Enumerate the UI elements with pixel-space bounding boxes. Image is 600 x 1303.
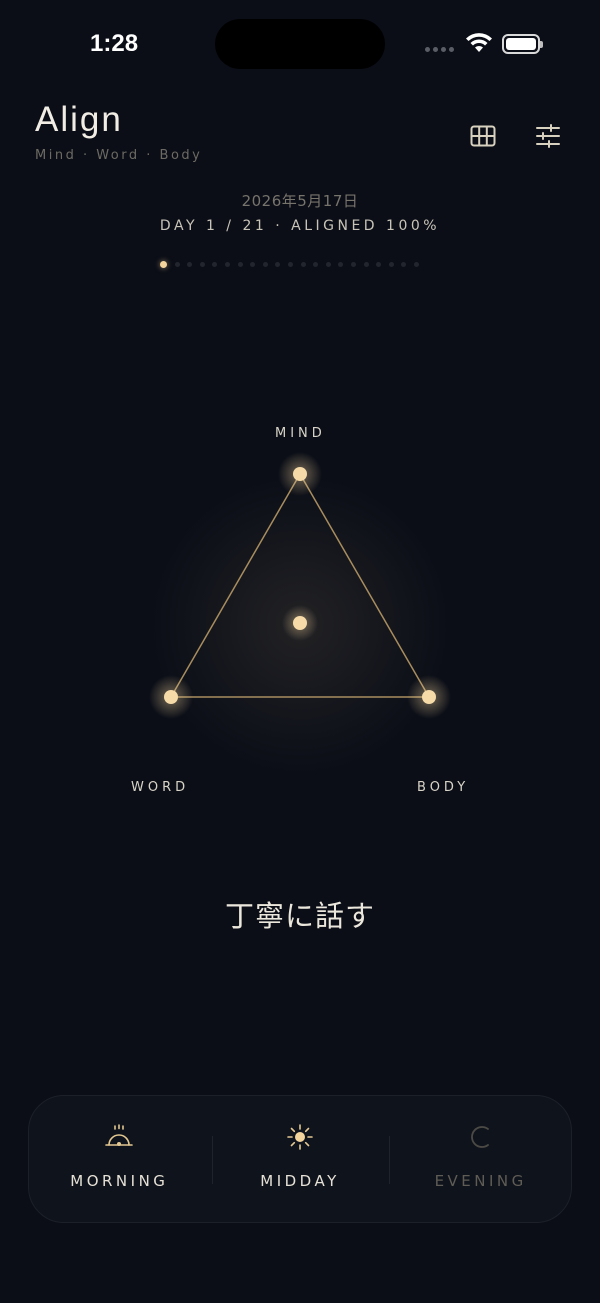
tab-midday-label: MIDDAY [260, 1172, 340, 1190]
day-dot [325, 262, 331, 267]
day-dot [350, 262, 356, 267]
sliders-icon [536, 124, 560, 148]
day-dot [413, 262, 419, 267]
day-dot [376, 262, 382, 267]
app-subtitle: Mind · Word · Body [35, 148, 203, 163]
day-dot [300, 262, 306, 267]
signal-dots-icon [425, 47, 454, 52]
day-dot [187, 262, 193, 267]
grid-view-button[interactable] [467, 120, 499, 152]
app-screen: 1:28 Align Mind · Word · Body 2026年5月17日… [0, 0, 600, 1303]
day-dot [363, 262, 369, 267]
day-dot [212, 262, 218, 267]
word-node[interactable] [164, 690, 178, 704]
tab-morning[interactable]: MORNING [29, 1096, 210, 1222]
dynamic-island [215, 19, 385, 69]
day-dot [237, 262, 243, 267]
center-node [293, 616, 307, 630]
battery-icon [502, 34, 543, 54]
status-time: 1:28 [90, 30, 139, 57]
day-dot [250, 262, 256, 267]
current-date: 2026年5月17日 [241, 192, 359, 210]
tab-midday[interactable]: MIDDAY [210, 1096, 391, 1222]
day-dot [313, 262, 319, 267]
day-dot [262, 262, 268, 267]
day-dot [287, 262, 293, 267]
mind-node[interactable] [293, 467, 307, 481]
wifi-icon [466, 33, 492, 52]
tab-evening-label: EVENING [434, 1172, 527, 1190]
day-dot [160, 261, 167, 268]
alignment-triangle [149, 452, 451, 775]
day-dot [199, 262, 205, 267]
tab-divider [212, 1136, 213, 1184]
tab-evening[interactable]: EVENING [390, 1096, 571, 1222]
grid-icon [470, 125, 496, 147]
day-progress-dots [160, 261, 419, 268]
day-dot [224, 262, 230, 267]
tab-divider [389, 1136, 390, 1184]
progress-summary: DAY 1 / 21 · ALIGNED 100% [159, 218, 441, 234]
body-label: BODY [417, 780, 470, 795]
sun-icon [287, 1124, 313, 1150]
day-dot [275, 262, 281, 267]
body-node[interactable] [422, 690, 436, 704]
sunrise-icon [105, 1124, 134, 1146]
daily-intention: 丁寧に話す [224, 899, 375, 933]
day-dot [174, 262, 180, 267]
word-label: WORD [131, 780, 190, 795]
day-dot [338, 262, 344, 267]
day-dot [388, 262, 394, 267]
tab-morning-label: MORNING [70, 1172, 169, 1190]
time-of-day-tabbar: MORNING MIDDAY EVENING [28, 1095, 572, 1223]
moon-icon [470, 1126, 489, 1148]
day-dot [401, 262, 407, 267]
app-title: Align [35, 100, 123, 139]
settings-button[interactable] [532, 120, 564, 152]
